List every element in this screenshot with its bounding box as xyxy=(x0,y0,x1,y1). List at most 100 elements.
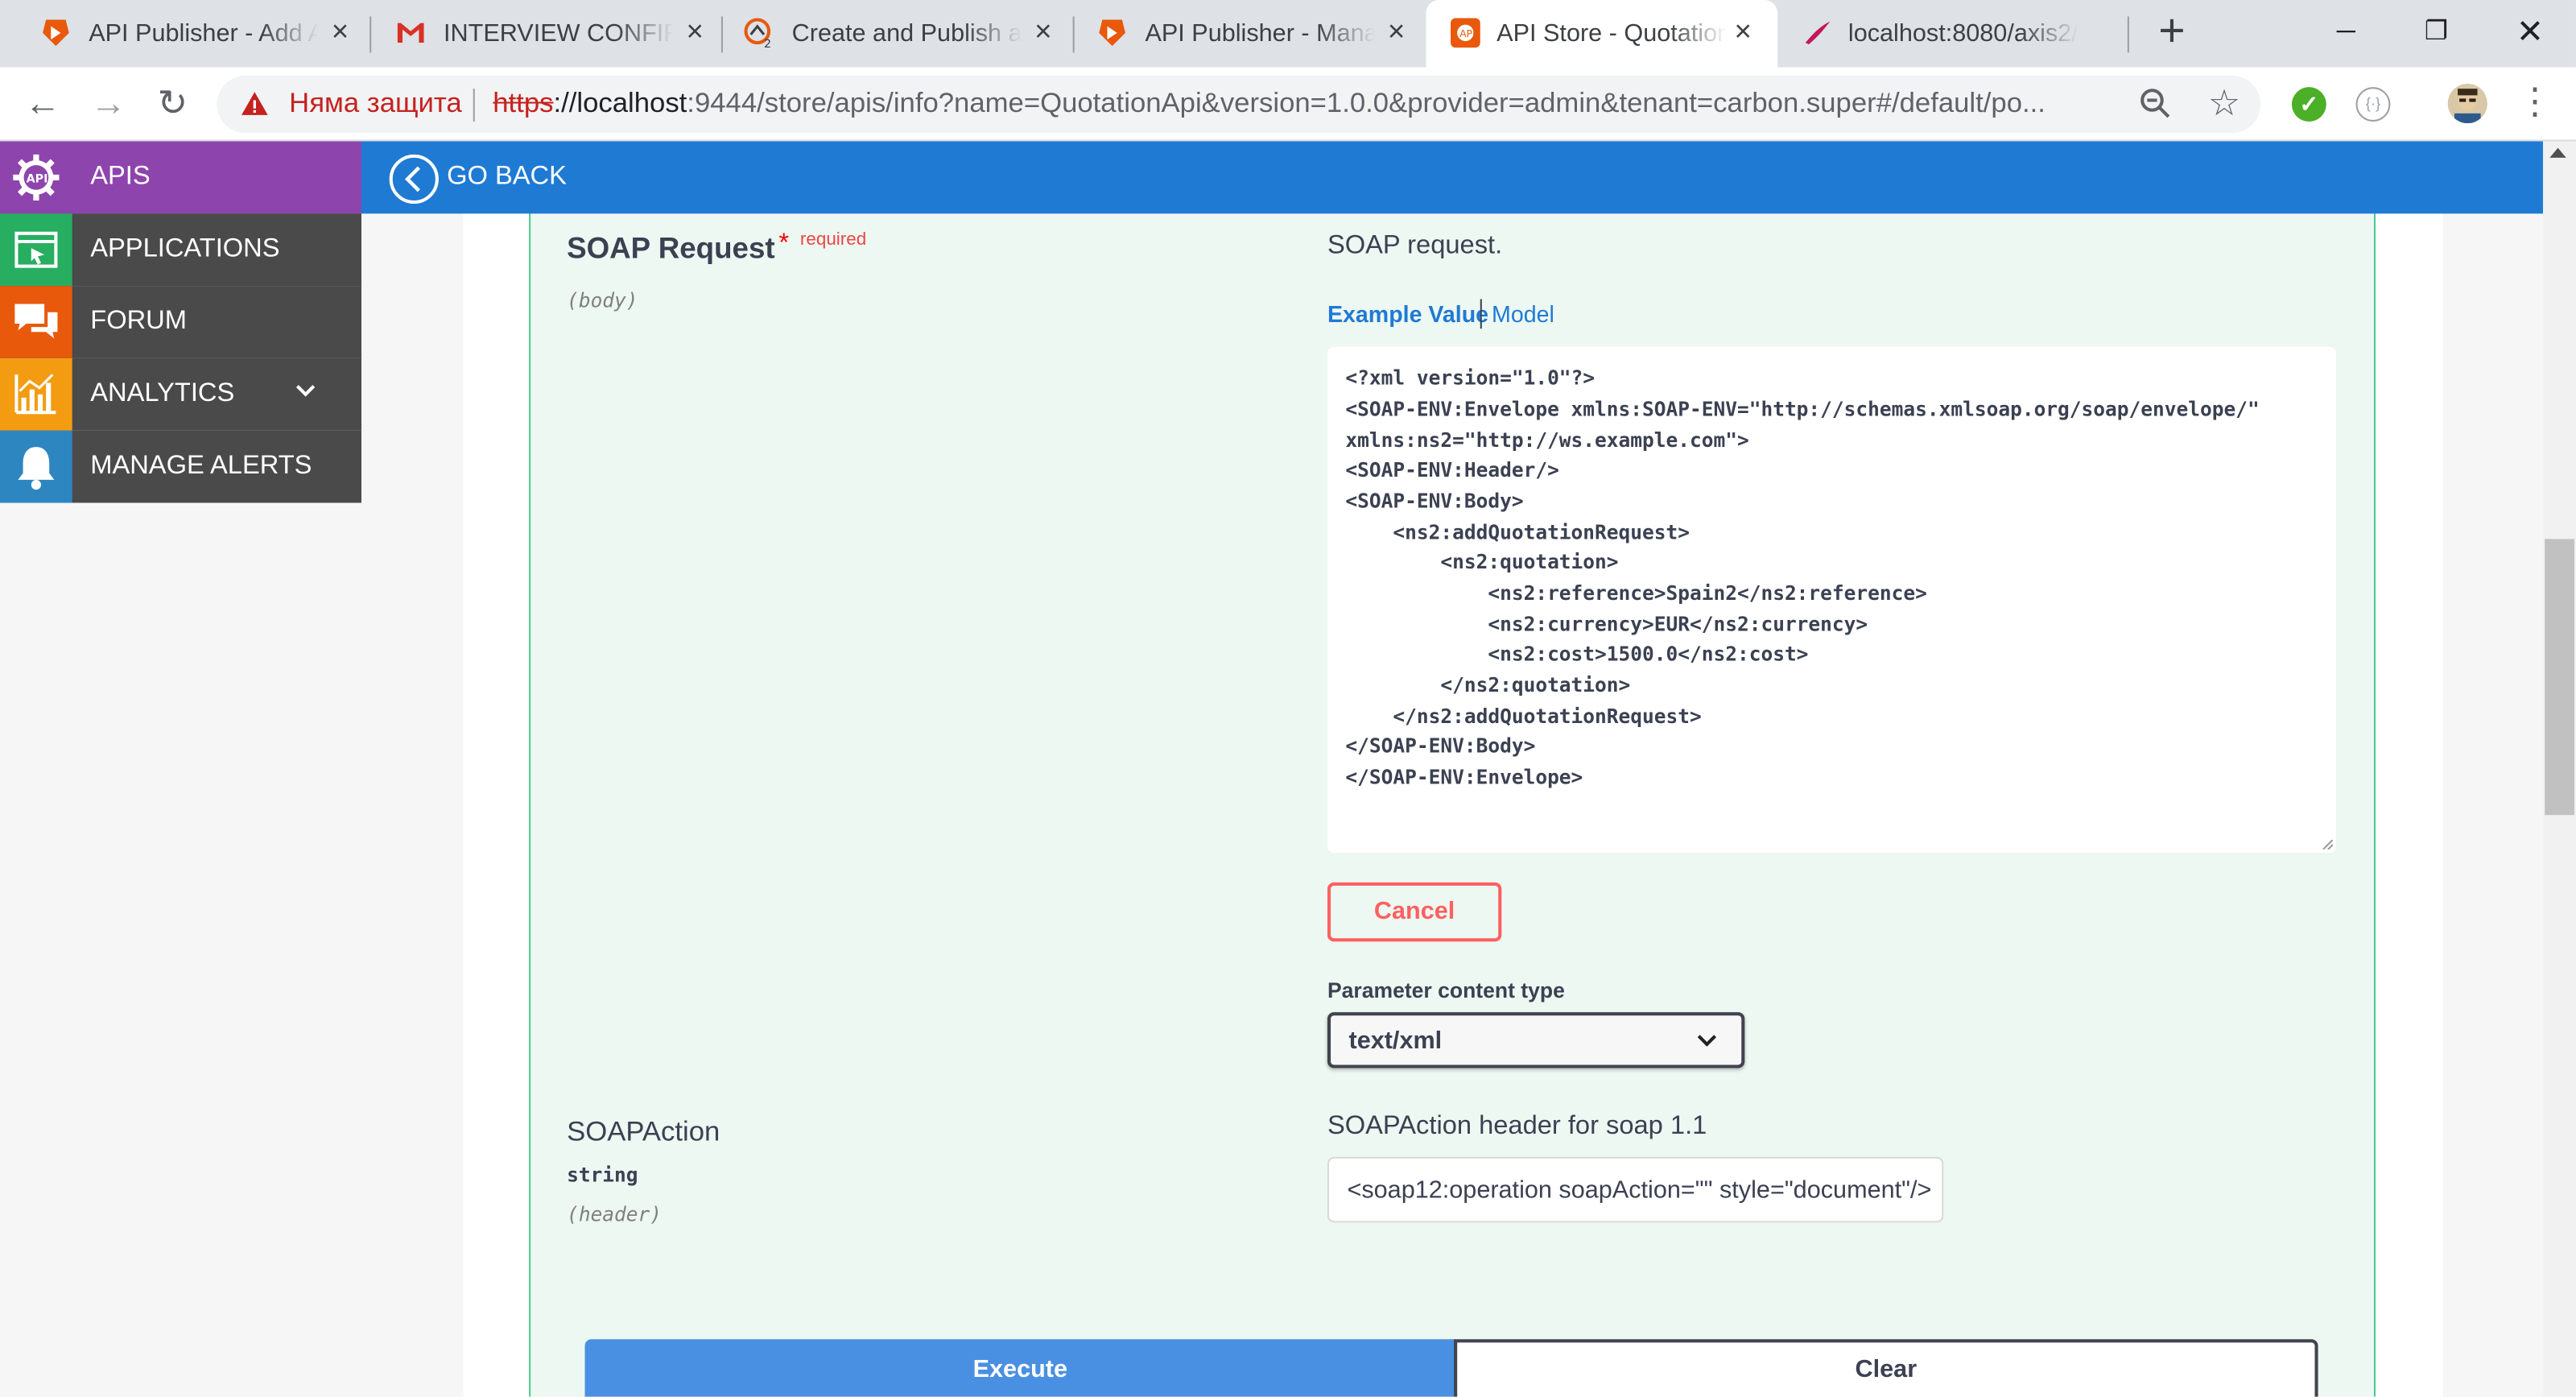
api-publisher-favicon-icon xyxy=(1099,19,1125,47)
extension-code-icon[interactable]: {·} xyxy=(2355,87,2391,122)
go-back-link[interactable]: GO BACK xyxy=(447,163,567,192)
page-scrollbar[interactable] xyxy=(2543,141,2576,1397)
go-back-circle-icon[interactable] xyxy=(388,153,440,205)
back-arrow-icon[interactable]: ← xyxy=(23,83,63,123)
param-name-soap-request: SOAP Request xyxy=(567,231,775,265)
profile-avatar[interactable] xyxy=(2447,84,2487,124)
tab-model[interactable]: Model xyxy=(1492,300,1554,327)
soapaction-input[interactable]: <soap12:operation soapAction="" style="d… xyxy=(1327,1156,1944,1223)
code-line: <SOAP-ENV:Envelope xmlns:SOAP-ENV="http:… xyxy=(1345,397,2260,421)
required-label: required xyxy=(799,229,867,250)
tab-example-value[interactable]: Example Value xyxy=(1327,300,1488,327)
reload-icon[interactable]: ↻ xyxy=(153,83,192,123)
sidebar-item-label: ANALYTICS xyxy=(90,379,235,408)
sidebar-item-label: APIS xyxy=(90,163,151,191)
code-line: xmlns:ns2="http://ws.example.com"> xyxy=(1345,428,1749,453)
not-secure-label[interactable]: Няма защита xyxy=(289,87,462,120)
clear-button[interactable]: Clear xyxy=(1454,1339,2318,1397)
code-line: <ns2:cost>1500.0</ns2:cost> xyxy=(1345,642,1809,666)
tab-title: API Publisher - Mana xyxy=(1145,19,1376,48)
url-host: ://localhost xyxy=(553,87,687,118)
minimize-window-button[interactable]: ─ xyxy=(2320,10,2372,56)
svg-text:API: API xyxy=(1459,28,1475,39)
param-name-soapaction: SOAPAction xyxy=(567,1115,720,1147)
browser-tab[interactable]: localhost:8080/axis2/ xyxy=(1777,0,2126,68)
restore-window-button[interactable]: ❐ xyxy=(2410,10,2462,56)
close-tab-icon[interactable]: × xyxy=(325,16,355,46)
browser-tab[interactable]: INTERVIEW CONFIRM × xyxy=(355,0,729,68)
code-line: </ns2:addQuotationRequest> xyxy=(1345,705,1702,729)
url-scheme: https xyxy=(493,87,554,118)
sidebar-item-forum[interactable]: FORUM xyxy=(0,286,361,358)
url-separator xyxy=(473,89,475,122)
browser-tab[interactable]: API Publisher - Add A × xyxy=(0,0,374,68)
code-line: <ns2:addQuotationRequest> xyxy=(1345,520,1690,544)
sidebar-item-manage-alerts[interactable]: MANAGE ALERTS xyxy=(0,430,361,503)
extension-check-icon[interactable]: ✓ xyxy=(2291,87,2326,122)
resize-grip-icon[interactable] xyxy=(2322,839,2333,850)
gmail-favicon-icon xyxy=(397,23,424,43)
url-text[interactable]: https://localhost:9444/store/apis/info?n… xyxy=(493,87,2136,120)
sidebar-item-label: APPLICATIONS xyxy=(90,234,280,263)
api-store-favicon-icon: API xyxy=(1451,18,1480,48)
required-star: * xyxy=(778,229,790,258)
close-tab-icon[interactable]: × xyxy=(1029,16,1059,46)
url-rest: :9444/store/apis/info?name=QuotationApi&… xyxy=(687,87,2046,118)
zoom-out-icon[interactable] xyxy=(2139,87,2172,120)
chevron-down-icon[interactable] xyxy=(292,378,319,404)
sidebar-item-apis[interactable]: API APIS xyxy=(0,141,361,214)
content-type-label: Parameter content type xyxy=(1327,977,1565,1002)
scrollbar-thumb[interactable] xyxy=(2545,539,2574,816)
sidebar-item-label: FORUM xyxy=(90,307,187,336)
browser-tab[interactable]: 2 Create and Publish a × xyxy=(703,0,1077,68)
soapaction-value: <soap12:operation soapAction="" style="d… xyxy=(1347,1176,1932,1205)
apache-feather-favicon-icon xyxy=(1805,21,1831,45)
top-navigation-bar: GO BACK xyxy=(0,141,2544,214)
sidebar-item-applications[interactable]: APPLICATIONS xyxy=(0,213,361,287)
soap-request-body-textarea[interactable]: <?xml version="1.0"?> <SOAP-ENV:Envelope… xyxy=(1327,346,2337,853)
code-line: <ns2:quotation> xyxy=(1345,550,1619,574)
param-description: SOAPAction header for soap 1.1 xyxy=(1327,1112,1707,1141)
sidebar-item-analytics[interactable]: ANALYTICS xyxy=(0,358,361,431)
close-tab-icon[interactable]: × xyxy=(1728,16,1758,46)
sidebar-item-label: MANAGE ALERTS xyxy=(90,452,312,480)
close-tab-icon[interactable]: × xyxy=(1381,16,1411,46)
wso2-docs-favicon-icon: 2 xyxy=(744,18,771,49)
tab-divider xyxy=(1480,299,1482,329)
code-line: </ns2:quotation> xyxy=(1345,673,1631,697)
tab-title: localhost:8080/axis2/ xyxy=(1847,19,2079,48)
bell-icon xyxy=(0,430,72,503)
bar-chart-icon xyxy=(0,358,72,431)
tab-title: INTERVIEW CONFIRM xyxy=(444,19,674,48)
code-line: <SOAP-ENV:Header/> xyxy=(1345,458,1559,482)
chevron-down-icon xyxy=(1697,1035,1717,1047)
forward-arrow-icon[interactable]: → xyxy=(89,83,128,123)
not-secure-warning-icon[interactable] xyxy=(240,90,270,117)
browser-tab[interactable]: API Publisher - Mana × xyxy=(1056,0,1430,68)
new-tab-button[interactable]: + xyxy=(2152,7,2191,53)
svg-text:API: API xyxy=(27,173,48,186)
code-line: <ns2:reference>Spain2</ns2:reference> xyxy=(1345,581,1927,606)
execute-button[interactable]: Execute xyxy=(584,1339,1456,1397)
param-description: SOAP request. xyxy=(1327,231,1503,260)
gear-api-icon: API xyxy=(0,141,72,214)
close-window-button[interactable]: ✕ xyxy=(2504,10,2556,56)
scroll-up-arrow-icon[interactable] xyxy=(2549,147,2566,158)
tab-title: Create and Publish a xyxy=(791,19,1022,48)
code-line: <?xml version="1.0"?> xyxy=(1345,366,1596,390)
param-in-body: (body) xyxy=(567,289,638,312)
code-line: <SOAP-ENV:Body> xyxy=(1345,490,1524,513)
code-line: <ns2:currency>EUR</ns2:currency> xyxy=(1345,613,1868,636)
application-window-icon xyxy=(0,213,72,287)
chat-bubbles-icon xyxy=(0,286,72,358)
bookmark-star-icon[interactable]: ☆ xyxy=(2208,82,2240,125)
browser-menu-icon[interactable]: ⋮ xyxy=(2517,81,2553,123)
address-bar[interactable]: Няма защита https://localhost:9444/store… xyxy=(217,75,2261,134)
param-type-string: string xyxy=(567,1163,638,1187)
browser-tab-active[interactable]: API API Store - Quotation × xyxy=(1426,0,1778,68)
tab-title: API Store - Quotation xyxy=(1496,19,1727,48)
content-type-select[interactable]: text/xml xyxy=(1327,1012,1745,1068)
code-line: </SOAP-ENV:Envelope> xyxy=(1345,766,1583,789)
cancel-button[interactable]: Cancel xyxy=(1327,882,1502,942)
param-in-header: (header) xyxy=(567,1202,663,1226)
